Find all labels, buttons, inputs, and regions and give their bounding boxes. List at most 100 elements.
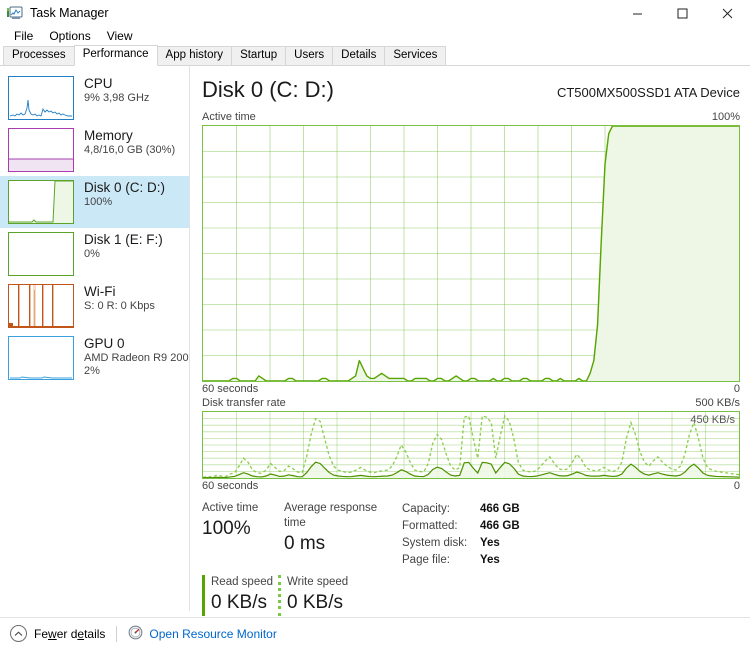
sidebar-item-cpu-text: CPU 9% 3,98 GHz — [84, 76, 149, 105]
legend-read-speed-label: Read speed — [211, 576, 274, 588]
wifi-thumbnail-graph — [8, 284, 74, 328]
transfer-rate-x-label: 60 seconds — [202, 480, 259, 492]
sidebar-item-memory-text: Memory 4,8/16,0 GB (30%) — [84, 128, 175, 157]
active-time-x-end-label: 0 — [733, 383, 740, 395]
sidebar-item-disk-1[interactable]: Disk 1 (E: F:) 0% — [0, 228, 189, 280]
transfer-rate-graph[interactable]: 450 KB/s — [202, 411, 740, 479]
disk1-thumbnail-graph — [8, 232, 74, 276]
memory-thumbnail-graph — [8, 128, 74, 172]
window-controls — [615, 0, 750, 26]
sidebar-item-gpu-0-sub: AMD Radeon R9 200 Ser — [84, 352, 189, 364]
gpu0-thumbnail-graph — [8, 336, 74, 380]
sidebar-item-disk-1-sub: 0% — [84, 248, 100, 260]
detail-value-formatted: 466 GB — [480, 520, 520, 532]
performance-main-panel: Disk 0 (C: D:) CT500MX500SSD1 ATA Device… — [190, 66, 750, 616]
disk-stats: Active time 100% Average response time 0… — [202, 501, 740, 569]
tab-app-history[interactable]: App history — [156, 46, 233, 66]
sidebar-item-wifi-title: Wi-Fi — [84, 284, 116, 299]
detail-row-page-file: Page file: Yes — [402, 552, 520, 569]
stat-active-time-value: 100% — [202, 518, 251, 539]
sidebar-item-gpu-0-title: GPU 0 — [84, 336, 125, 351]
fewer-details-label: Fewer details — [34, 626, 106, 641]
legend-read-speed-value: 0 KB/s — [211, 592, 267, 613]
sidebar-item-disk-0-title: Disk 0 (C: D:) — [84, 180, 165, 195]
disk0-thumbnail-graph — [8, 180, 74, 224]
detail-key-page-file: Page file: — [402, 554, 450, 566]
close-button[interactable] — [705, 0, 750, 26]
legend-write-speed-value: 0 KB/s — [287, 592, 343, 613]
sidebar-item-wifi-text: Wi-Fi S: 0 R: 0 Kbps — [84, 284, 155, 313]
active-time-graph[interactable] — [202, 125, 740, 382]
cpu-thumbnail-graph — [8, 76, 74, 120]
tab-strip: Processes Performance App history Startu… — [0, 45, 750, 66]
sidebar-item-memory[interactable]: Memory 4,8/16,0 GB (30%) — [0, 124, 189, 176]
task-manager-icon — [7, 5, 23, 21]
tab-startup[interactable]: Startup — [231, 46, 287, 66]
main-header: Disk 0 (C: D:) CT500MX500SSD1 ATA Device — [202, 76, 740, 104]
sidebar-item-disk-0[interactable]: Disk 0 (C: D:) 100% — [0, 176, 189, 228]
sidebar-item-wifi-sub: S: 0 R: 0 Kbps — [84, 300, 155, 312]
active-time-label: Active time — [202, 111, 256, 123]
chevron-up-icon — [10, 625, 27, 642]
sidebar-item-wifi[interactable]: Wi-Fi S: 0 R: 0 Kbps — [0, 280, 189, 332]
tab-services[interactable]: Services — [384, 46, 447, 66]
resource-monitor-icon — [128, 625, 143, 643]
active-time-max-label: 100% — [711, 111, 740, 123]
sidebar-item-disk-0-text: Disk 0 (C: D:) 100% — [84, 180, 165, 209]
device-name: CT500MX500SSD1 ATA Device — [556, 85, 740, 100]
sidebar-item-memory-sub: 4,8/16,0 GB (30%) — [84, 144, 176, 156]
sidebar-item-memory-title: Memory — [84, 128, 133, 143]
detail-value-system-disk: Yes — [480, 537, 500, 549]
active-time-axis-labels: Active time 100% — [202, 111, 740, 123]
menu-file[interactable]: File — [7, 27, 42, 45]
sidebar-item-cpu-sub: 9% 3,98 GHz — [84, 92, 150, 104]
transfer-rate-x-end-label: 0 — [733, 480, 740, 492]
active-time-x-labels: 60 seconds 0 — [202, 383, 740, 395]
disk-speed-legend: Read speed 0 KB/s Write speed 0 KB/s — [202, 575, 740, 616]
sidebar-item-gpu-0-sub2: 2% — [84, 365, 100, 377]
tab-processes[interactable]: Processes — [3, 46, 75, 66]
content-area: CPU 9% 3,98 GHz Memory 4,8/16,0 GB (30%) — [0, 66, 750, 616]
legend-write-speed: Write speed 0 KB/s — [278, 575, 396, 616]
stat-active-time-label: Active time — [202, 502, 259, 514]
sidebar-item-gpu-0[interactable]: GPU 0 AMD Radeon R9 200 Ser 2% — [0, 332, 189, 384]
sidebar-item-disk-1-title: Disk 1 (E: F:) — [84, 232, 163, 247]
sidebar-item-cpu-title: CPU — [84, 76, 113, 91]
open-resource-monitor-label: Open Resource Monitor — [149, 626, 277, 641]
detail-value-capacity: 466 GB — [480, 503, 520, 515]
status-separator — [116, 625, 118, 642]
tab-performance[interactable]: Performance — [73, 45, 158, 66]
detail-value-page-file: Yes — [480, 554, 500, 566]
detail-key-capacity: Capacity: — [402, 503, 450, 515]
menu-view[interactable]: View — [100, 27, 142, 45]
menu-options[interactable]: Options — [42, 27, 99, 45]
fewer-details-button[interactable]: Fewer details — [10, 625, 105, 642]
legend-read-speed: Read speed 0 KB/s — [202, 575, 278, 616]
menu-bar: File Options View — [0, 26, 750, 46]
transfer-rate-x-labels: 60 seconds 0 — [202, 480, 740, 492]
performance-sidebar: CPU 9% 3,98 GHz Memory 4,8/16,0 GB (30%) — [0, 66, 190, 611]
transfer-rate-max-label: 500 KB/s — [695, 397, 740, 409]
maximize-button[interactable] — [660, 0, 705, 26]
minimize-button[interactable] — [615, 0, 660, 26]
sidebar-item-disk-0-sub: 100% — [84, 196, 113, 208]
open-resource-monitor-link[interactable]: Open Resource Monitor — [128, 625, 277, 643]
detail-key-formatted: Formatted: — [402, 520, 458, 532]
transfer-rate-axis-labels: Disk transfer rate 500 KB/s — [202, 397, 740, 409]
tab-details[interactable]: Details — [332, 46, 386, 66]
legend-write-speed-label: Write speed — [287, 576, 349, 588]
detail-key-system-disk: System disk: — [402, 537, 468, 549]
window-title: Task Manager — [30, 6, 109, 20]
page-title: Disk 0 (C: D:) — [202, 77, 334, 102]
transfer-rate-label: Disk transfer rate — [202, 397, 286, 409]
stat-avg-response: Average response time 0 ms — [284, 501, 402, 569]
sidebar-item-gpu-0-text: GPU 0 AMD Radeon R9 200 Ser 2% — [84, 336, 189, 378]
sidebar-item-cpu[interactable]: CPU 9% 3,98 GHz — [0, 72, 189, 124]
title-bar: Task Manager — [0, 0, 750, 26]
stat-avg-response-value: 0 ms — [284, 533, 326, 554]
tab-users[interactable]: Users — [285, 46, 334, 66]
detail-row-system-disk: System disk: Yes — [402, 535, 520, 552]
sidebar-item-disk-1-text: Disk 1 (E: F:) 0% — [84, 232, 163, 261]
detail-row-formatted: Formatted: 466 GB — [402, 518, 520, 535]
disk-details-table: Capacity: 466 GB Formatted: 466 GB Syste… — [402, 501, 520, 569]
